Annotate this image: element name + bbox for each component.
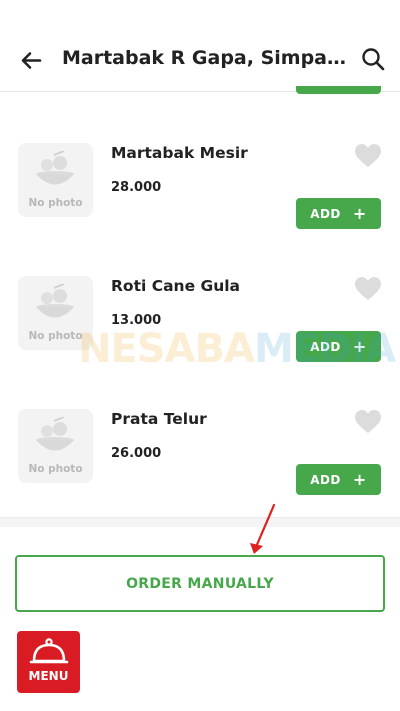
plus-icon: + bbox=[352, 469, 367, 489]
section-divider bbox=[0, 517, 400, 527]
annotation-arrow-icon bbox=[250, 503, 276, 554]
add-button[interactable]: ADD + bbox=[296, 331, 381, 362]
no-photo-label: No photo bbox=[28, 463, 83, 475]
favorite-button[interactable] bbox=[354, 143, 382, 169]
search-icon bbox=[362, 48, 385, 71]
item-name: Martabak Mesir bbox=[111, 144, 248, 162]
food-bowl-icon bbox=[36, 151, 74, 185]
back-button[interactable] bbox=[14, 44, 48, 78]
heart-icon bbox=[355, 410, 381, 433]
item-name: Roti Cane Gula bbox=[111, 277, 241, 295]
food-bowl-icon bbox=[36, 417, 74, 451]
item-photo-placeholder: No photo bbox=[18, 409, 93, 483]
plus-icon: + bbox=[352, 203, 367, 223]
heart-icon bbox=[355, 144, 381, 167]
arrow-left-icon bbox=[21, 52, 42, 69]
item-name: Prata Telur bbox=[111, 410, 207, 428]
favorite-button[interactable] bbox=[354, 276, 382, 302]
plus-icon: + bbox=[352, 336, 367, 356]
add-button[interactable]: ADD + bbox=[296, 198, 381, 229]
item-price: 26.000 bbox=[111, 446, 162, 461]
add-button[interactable]: ADD + bbox=[296, 464, 381, 495]
cloche-icon bbox=[29, 638, 69, 664]
list-item: No photo Roti Cane Gula 13.000 ADD + bbox=[0, 276, 400, 409]
add-label: ADD bbox=[310, 206, 341, 221]
add-label: ADD bbox=[310, 472, 341, 487]
favorite-button[interactable] bbox=[354, 409, 382, 435]
menu-label: MENU bbox=[28, 669, 69, 683]
add-label: ADD bbox=[310, 339, 341, 354]
item-price: 13.000 bbox=[111, 313, 162, 328]
page-title: Martabak R Gapa, Simpang S... bbox=[62, 47, 352, 69]
food-bowl-icon bbox=[36, 284, 74, 318]
no-photo-label: No photo bbox=[28, 330, 83, 342]
heart-icon bbox=[355, 277, 381, 300]
app-bar: Martabak R Gapa, Simpang S... bbox=[0, 0, 400, 92]
search-button[interactable] bbox=[358, 44, 390, 76]
add-button-partial[interactable] bbox=[296, 86, 381, 94]
item-photo-placeholder: No photo bbox=[18, 276, 93, 350]
menu-button[interactable]: MENU bbox=[17, 631, 80, 693]
item-photo-placeholder: No photo bbox=[18, 143, 93, 217]
list-item: No photo Martabak Mesir 28.000 ADD + bbox=[0, 143, 400, 276]
order-manually-button[interactable]: ORDER MANUALLY bbox=[15, 555, 385, 612]
no-photo-label: No photo bbox=[28, 197, 83, 209]
item-price: 28.000 bbox=[111, 180, 162, 195]
